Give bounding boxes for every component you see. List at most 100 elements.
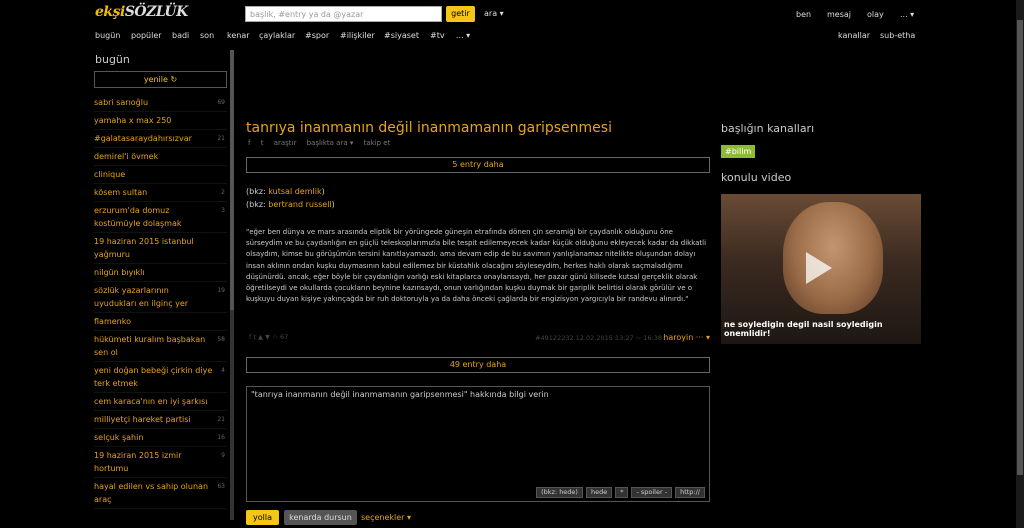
bkz-line-2: (bkz: bertrand russell) (246, 200, 335, 209)
bkz-link-bertrand-russell[interactable]: bertrand russell (268, 200, 331, 209)
topic-title-text: sabri sarıoğlu (94, 98, 149, 107)
bkz-link-kutsal-demlik[interactable]: kutsal demlik (268, 187, 321, 196)
channel-chip-bilim[interactable]: #bilim (721, 145, 756, 158)
topic-item[interactable]: nilgün bıyıklı (94, 264, 227, 282)
top-bar: ekşiSÖZLÜK başlık, #entry ya da @yazar g… (0, 0, 1016, 48)
sidebar-title: bugün (95, 53, 130, 66)
channels-heading: başlığın kanalları (721, 122, 815, 135)
page-scrollbar[interactable] (1016, 0, 1024, 528)
follow-link[interactable]: takip et (364, 139, 391, 147)
search-input[interactable]: başlık, #entry ya da @yazar (245, 6, 442, 22)
more-entries-before-button[interactable]: 5 entry daha (246, 157, 710, 173)
topic-entry-count: 4 (221, 367, 225, 374)
video-heading: konulu video (721, 171, 792, 184)
topic-actions: f t araştır başlıkta ara ▾ takip et (248, 139, 398, 147)
topic-entry-count: 16 (217, 434, 225, 441)
topic-item[interactable]: flamenko (94, 313, 227, 331)
arastir-link[interactable]: araştır (274, 139, 297, 147)
topic-title-text: 19 haziran 2015 izmir hortumu (94, 451, 182, 473)
topic-item[interactable]: 19 haziran 2015 istanbul yağmuru (94, 233, 227, 264)
nav-more-menu[interactable]: ... ▾ (900, 10, 914, 19)
nav-caylaklar[interactable]: çaylaklar (259, 31, 295, 40)
page-scroll-thumb[interactable] (1017, 20, 1023, 475)
nav-siyaset[interactable]: #siyaset (384, 31, 419, 40)
bkz-line-1: (bkz: kutsal demlik) (246, 187, 325, 196)
nav-olay[interactable]: olay (867, 10, 884, 19)
topic-title-text: milliyetçi hareket partisi (94, 415, 191, 424)
topic-title-text: nilgün bıyıklı (94, 268, 145, 277)
topic-title-text: erzurum'da domuz kostümüyle dolaşmak (94, 206, 182, 228)
topic-title-text: kösem sultan (94, 188, 148, 197)
topic-list: sabri sarıoğlu 69 yamaha x max 250 #galatas… (94, 94, 227, 509)
entry-content: "eğer ben dünya ve mars arasında eliptik… (246, 228, 707, 304)
topic-item[interactable]: erzurum'da domuz kostümüyle dolaşmak 3 (94, 202, 227, 233)
nav-kenar[interactable]: kenar (227, 31, 250, 40)
left-sidebar: bugün yenile ↻ sabri sarıoğlu 69 yamaha x … (90, 48, 230, 528)
nav-son[interactable]: son (200, 31, 214, 40)
nav-mesaj[interactable]: mesaj (827, 10, 851, 19)
topic-title-text: 19 haziran 2015 istanbul yağmuru (94, 237, 194, 259)
nav-bugun[interactable]: bugün (95, 31, 120, 40)
topic-item[interactable]: kösem sultan 2 (94, 184, 227, 202)
topic-item[interactable]: selçuk şahin 16 (94, 429, 227, 447)
topic-title-text: hayal edilen vs sahip olunan araç (94, 482, 209, 504)
nav-badi[interactable]: badi (172, 31, 189, 40)
topic-item[interactable]: 19 haziran 2015 izmir hortumu 9 (94, 447, 227, 478)
topic-item[interactable]: yeni doğan bebeği çirkin diye terk etmek… (94, 362, 227, 393)
topic-item[interactable]: hayal edilen vs sahip olunan araç 63 (94, 478, 227, 509)
topic-item[interactable]: sözlük yazarlarının uyudukları en ilginç… (94, 282, 227, 313)
tool-bkz-button[interactable]: (bkz: hede) (536, 487, 583, 498)
entry-editor[interactable]: "tanrıya inanmanın değil inanmamanın gar… (246, 386, 710, 502)
twitter-share-icon[interactable]: t (261, 139, 264, 147)
nav-sub-etha[interactable]: sub-etha (880, 31, 915, 40)
play-icon[interactable] (806, 252, 832, 284)
refresh-button[interactable]: yenile ↻ (94, 71, 227, 88)
topic-item[interactable]: clinique (94, 166, 227, 184)
nav-tv[interactable]: #tv (430, 31, 445, 40)
facebook-share-icon[interactable]: f (248, 139, 250, 147)
tool-spoiler-button[interactable]: - spoiler - (631, 487, 673, 498)
tool-star-button[interactable]: * (615, 487, 629, 498)
topic-title-text: clinique (94, 170, 126, 179)
search-in-topic-dropdown[interactable]: başlıkta ara ▾ (307, 139, 354, 147)
tool-link-button[interactable]: http:// (675, 487, 705, 498)
topic-title-text: cem karaca'nın en iyi şarkısı (94, 397, 208, 406)
topic-item[interactable]: milliyetçi hareket partisi 21 (94, 411, 227, 429)
nav-spor[interactable]: #spor (305, 31, 329, 40)
topic-title-text: yamaha x max 250 (94, 116, 172, 125)
site-logo[interactable]: ekşiSÖZLÜK (95, 4, 188, 20)
topic-title[interactable]: tanrıya inanmanın değil inanmamanın gari… (246, 120, 612, 136)
nav-iliskiler[interactable]: #ilişkiler (340, 31, 375, 40)
advanced-search-dropdown[interactable]: ara ▾ (484, 9, 504, 18)
topic-item[interactable]: hükümeti kuralım başbakan sen ol 58 (94, 331, 227, 362)
entry-vote-share-icons[interactable]: f t ▲ ▼ ☆ 67 (249, 333, 288, 341)
topic-title-text: flamenko (94, 317, 131, 326)
topic-item[interactable]: sabri sarıoğlu 69 (94, 94, 227, 112)
sidebar-scrollbar[interactable] (230, 50, 234, 520)
nav-kanallar[interactable]: kanallar (838, 31, 870, 40)
submit-button[interactable]: yolla (246, 510, 279, 525)
video-player[interactable]: ne soyledigin degil nasil soyledigin one… (721, 194, 921, 344)
topic-entry-count: 9 (221, 452, 225, 459)
topic-item[interactable]: yamaha x max 250 (94, 112, 227, 130)
sidebar-scroll-thumb[interactable] (230, 50, 234, 310)
options-dropdown[interactable]: seçenekler ▾ (361, 513, 411, 522)
nav-ben[interactable]: ben (796, 10, 811, 19)
entry-author[interactable]: haroyin ··· ▾ (663, 333, 710, 342)
topic-title-text: yeni doğan bebeği çirkin diye terk etmek (94, 366, 213, 388)
topic-entry-count: 21 (217, 416, 225, 423)
search-button[interactable]: getir (446, 6, 475, 22)
tool-hede-button[interactable]: hede (585, 487, 613, 498)
topic-entry-count: 63 (217, 483, 225, 490)
topic-title-text: sözlük yazarlarının uyudukları en ilginç… (94, 286, 189, 308)
topic-entry-count: 3 (221, 207, 225, 214)
nav-populer[interactable]: popüler (131, 31, 162, 40)
topic-item[interactable]: demirel'i övmek (94, 148, 227, 166)
save-draft-button[interactable]: kenarda dursun (284, 510, 357, 525)
entry-meta[interactable]: #49122232 12.02.2015 13:27 ~ 16:38 (535, 334, 662, 342)
more-entries-after-button[interactable]: 49 entry daha (246, 357, 710, 373)
topic-entry-count: 19 (217, 287, 225, 294)
topic-item[interactable]: #galatasaraydahırsızvar 21 (94, 130, 227, 148)
topic-item[interactable]: cem karaca'nın en iyi şarkısı (94, 393, 227, 411)
nav-more[interactable]: ... ▾ (456, 31, 470, 40)
